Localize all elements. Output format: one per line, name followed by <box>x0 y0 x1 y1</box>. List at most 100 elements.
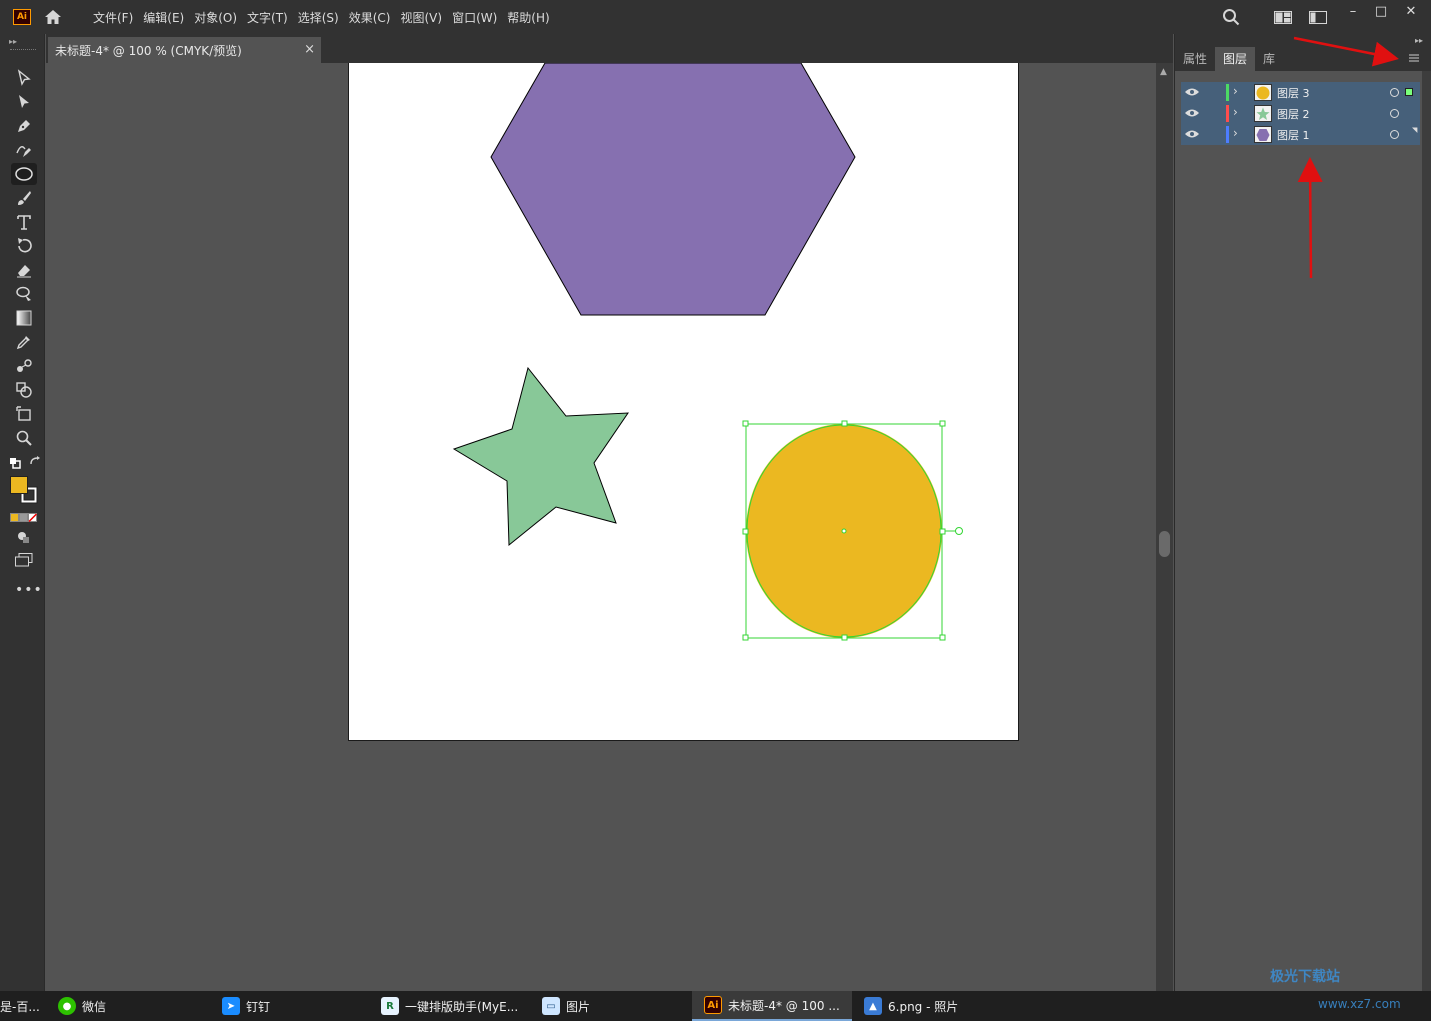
selection-tool-icon[interactable] <box>11 67 37 89</box>
menu-type[interactable]: 文字(T) <box>242 9 293 26</box>
expand-chevron-icon[interactable]: › <box>1233 84 1238 98</box>
star-shape[interactable] <box>452 366 629 547</box>
home-icon[interactable] <box>44 9 62 25</box>
zoom-tool-icon[interactable] <box>11 427 37 449</box>
taskbar-label: 6.png - 照片 <box>888 999 959 1014</box>
artwork-layer <box>452 63 963 641</box>
layer-name[interactable]: 图层 2 <box>1277 106 1310 122</box>
menu-window[interactable]: 窗口(W) <box>447 9 502 26</box>
panel-collapse-icon[interactable]: ▸▸ <box>1415 36 1423 45</box>
layer-row-2[interactable]: › 图层 2 <box>1181 103 1420 124</box>
fill-stroke-swatch[interactable] <box>10 476 38 504</box>
arrange-documents-icon[interactable] <box>1274 11 1292 24</box>
toolbar-collapse-icon[interactable]: ▸▸ <box>9 37 17 46</box>
pen-tool-icon[interactable] <box>11 115 37 137</box>
myeditor-icon: R <box>381 997 399 1015</box>
menu-effect[interactable]: 效果(C) <box>344 9 396 26</box>
ellipse-tool-icon[interactable] <box>11 163 37 185</box>
layer-thumbnail <box>1254 126 1272 143</box>
menu-bar: Ai 文件(F) 编辑(E) 对象(O) 文字(T) 选择(S) 效果(C) 视… <box>0 0 1431 34</box>
taskbar-item-pictures[interactable]: ▭ 图片 <box>542 991 590 1021</box>
shape-builder-tool-icon[interactable] <box>11 379 37 401</box>
layer-name[interactable]: 图层 3 <box>1277 85 1310 101</box>
menu-view[interactable]: 视图(V) <box>395 9 447 26</box>
menu-object[interactable]: 对象(O) <box>189 9 242 26</box>
menu-select[interactable]: 选择(S) <box>293 9 344 26</box>
document-tab-bar: 未标题-4* @ 100 % (CMYK/预览) × <box>46 34 1173 63</box>
expand-chevron-icon[interactable]: › <box>1233 126 1238 140</box>
illustrator-icon: Ai <box>704 996 722 1014</box>
taskbar-item-browser[interactable]: 是-百... <box>0 991 40 1021</box>
selected-art-indicator[interactable] <box>1405 88 1413 96</box>
document-tab-title: 未标题-4* @ 100 % (CMYK/预览) <box>55 43 242 58</box>
default-colors-icon[interactable] <box>9 457 21 469</box>
taskbar-item-myeditor[interactable]: R 一键排版助手(MyE... <box>381 991 518 1021</box>
swap-colors-icon[interactable] <box>29 456 42 469</box>
pictures-icon: ▭ <box>542 997 560 1015</box>
scroll-up-arrow-icon[interactable]: ▲ <box>1160 67 1167 77</box>
wechat-icon: ● <box>58 997 76 1015</box>
visibility-eye-icon[interactable] <box>1184 106 1200 120</box>
close-window-button[interactable]: ✕ <box>1396 0 1426 22</box>
blend-tool-icon[interactable] <box>11 355 37 377</box>
layer-color-bar <box>1226 105 1229 122</box>
hexagon-shape[interactable] <box>490 63 856 316</box>
tab-libraries[interactable]: 库 <box>1255 47 1283 71</box>
layer-thumbnail <box>1254 105 1272 122</box>
layer-target-icon[interactable] <box>1390 88 1399 97</box>
dingtalk-icon: ➤ <box>222 997 240 1015</box>
close-tab-icon[interactable]: × <box>304 42 315 57</box>
layer-thumbnail <box>1254 84 1272 101</box>
search-icon[interactable] <box>1222 8 1240 26</box>
taskbar-label: 图片 <box>566 999 591 1014</box>
illustrator-logo-icon: Ai <box>13 9 31 25</box>
taskbar-label: 微信 <box>82 999 107 1014</box>
eraser-tool-icon[interactable] <box>11 259 37 281</box>
canvas-vertical-scrollbar[interactable]: ▲ <box>1156 63 1173 991</box>
layer-row-3[interactable]: › 图层 3 <box>1181 82 1420 103</box>
screen-mode-icon[interactable] <box>15 553 33 567</box>
taskbar-item-dingtalk[interactable]: ➤ 钉钉 <box>222 991 270 1021</box>
canvas-area[interactable] <box>46 63 1156 991</box>
taskbar-item-photos[interactable]: ▲ 6.png - 照片 <box>864 991 958 1021</box>
tab-layers[interactable]: 图层 <box>1215 47 1256 71</box>
paintbrush-tool-icon[interactable] <box>11 187 37 209</box>
document-tab[interactable]: 未标题-4* @ 100 % (CMYK/预览) × <box>48 37 321 63</box>
menu-edit[interactable]: 编辑(E) <box>138 9 189 26</box>
photos-icon: ▲ <box>864 997 882 1015</box>
edit-toolbar-icon[interactable]: ••• <box>15 582 43 598</box>
tab-properties[interactable]: 属性 <box>1175 47 1215 71</box>
panel-scrollbar[interactable] <box>1422 71 1431 991</box>
drawing-modes-icon[interactable] <box>16 530 30 544</box>
rotate-tool-icon[interactable] <box>11 235 37 257</box>
menu-help[interactable]: 帮助(H) <box>502 9 554 26</box>
layer-color-bar <box>1226 84 1229 101</box>
panel-menu-icon[interactable] <box>1408 53 1420 63</box>
taskbar-item-wechat[interactable]: ● 微信 <box>58 991 106 1021</box>
layer-name[interactable]: 图层 1 <box>1277 127 1310 143</box>
taskbar-label: 是-百... <box>0 999 40 1014</box>
menu-file[interactable]: 文件(F) <box>88 9 138 26</box>
layer-corner-icon: ◥ <box>1412 126 1418 134</box>
lasso-tool-icon[interactable] <box>11 283 37 305</box>
scrollbar-thumb[interactable] <box>1159 531 1170 557</box>
type-tool-icon[interactable] <box>11 211 37 233</box>
visibility-eye-icon[interactable] <box>1184 127 1200 141</box>
direct-selection-tool-icon[interactable] <box>11 91 37 113</box>
layer-target-icon[interactable] <box>1390 130 1399 139</box>
visibility-eye-icon[interactable] <box>1184 85 1200 99</box>
gradient-tool-icon[interactable] <box>11 307 37 329</box>
eyedropper-tool-icon[interactable] <box>11 331 37 353</box>
layer-row-1[interactable]: › 图层 1 ◥ <box>1181 124 1420 145</box>
artboard-tool-icon[interactable] <box>11 403 37 425</box>
layer-target-icon[interactable] <box>1390 109 1399 118</box>
color-mode-buttons[interactable] <box>10 511 38 523</box>
curvature-tool-icon[interactable] <box>11 139 37 161</box>
workspace-switcher-icon[interactable] <box>1309 11 1327 24</box>
minimize-button[interactable]: – <box>1338 0 1368 22</box>
taskbar-item-illustrator[interactable]: Ai 未标题-4* @ 100 ... <box>692 991 852 1021</box>
main-menu: 文件(F) 编辑(E) 对象(O) 文字(T) 选择(S) 效果(C) 视图(V… <box>88 0 555 34</box>
expand-chevron-icon[interactable]: › <box>1233 105 1238 119</box>
maximize-button[interactable]: □ <box>1366 0 1396 22</box>
toolbar-grip[interactable] <box>10 49 36 51</box>
